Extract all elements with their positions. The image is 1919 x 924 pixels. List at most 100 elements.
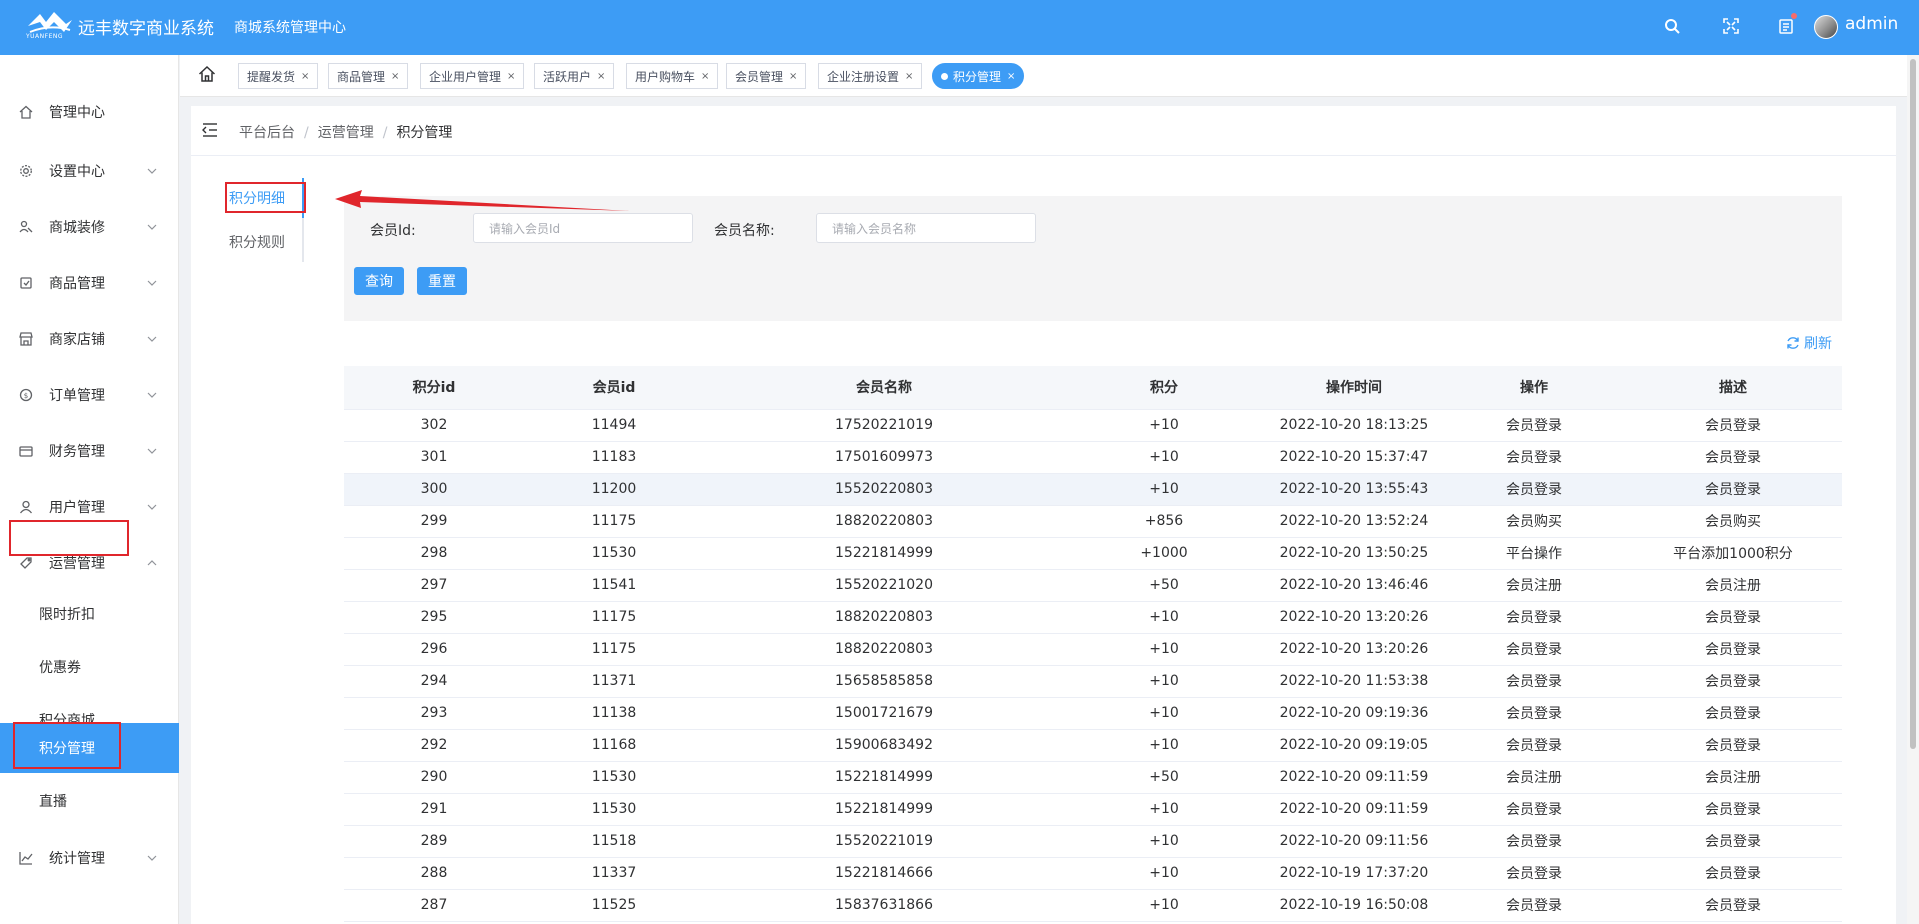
tabs-bar: 提醒发货 × 商品管理 × 企业用户管理 × 活跃用户 × 用户购物车 × 会员管理 × 企… [180,55,1907,97]
table-row[interactable]: 298 11530 15221814999 +1000 2022-10-20 13:50… [344,537,1842,570]
table-row[interactable]: 289 11518 15520221019 +10 2022-10-20 09:11:5… [344,825,1842,858]
table-row[interactable]: 296 11175 18820220803 +10 2022-10-20 13:20:2… [344,633,1842,666]
home-icon [18,104,34,120]
column-header: 会员id [524,366,704,410]
sidebar-item-label: 统计管理 [49,851,105,867]
fullscreen-icon[interactable] [1719,14,1743,38]
table-row[interactable]: 295 11175 18820220803 +10 2022-10-20 13:20:2… [344,601,1842,634]
table-cell: 2022-10-20 09:11:56 [1264,825,1444,858]
table-row[interactable]: 288 11337 15221814666 +10 2022-10-19 17:37:2… [344,857,1842,890]
search-icon[interactable] [1660,14,1684,38]
tab-points-rules[interactable]: 积分规则 [219,222,302,262]
close-icon[interactable]: × [905,71,913,82]
tab-active-users[interactable]: 活跃用户 × [534,63,615,89]
table-cell: 2022-10-20 13:20:26 [1264,633,1444,666]
member-id-input[interactable]: 请输入会员Id [473,213,693,243]
table-row[interactable]: 297 11541 15520221020 +50 2022-10-20 13:46:4… [344,569,1842,602]
sidebar-item-label: 商品管理 [49,276,105,292]
home-tab-icon[interactable] [198,65,216,83]
sidebar-item-decoration[interactable]: 商城装修 [0,199,179,255]
sidebar-item-orders[interactable]: $ 订单管理 [0,367,179,423]
table-row[interactable]: 292 11168 15900683492 +10 2022-10-20 09:19:0… [344,729,1842,762]
sidebar-subitem-live[interactable]: 直播 [0,776,179,826]
table-row[interactable]: 302 11494 17520221019 +10 2022-10-20 18:13:2… [344,409,1842,442]
refresh-button[interactable]: 刷新 [1786,333,1832,353]
top-header: YUANFENG 远丰数字商业系统 商城系统管理中心 admin [0,0,1919,55]
table-cell: 2022-10-19 16:50:08 [1264,889,1444,922]
table-cell: 302 [344,409,524,442]
close-icon[interactable]: × [391,71,399,82]
tab-shipment-reminder[interactable]: 提醒发货 × [238,63,319,89]
table-cell: 292 [344,729,524,762]
tab-label: 用户购物车 [635,69,696,84]
tab-enterprise-registration[interactable]: 企业注册设置 × [818,63,923,89]
tab-label: 会员管理 [735,69,784,84]
tab-user-cart[interactable]: 用户购物车 × [626,63,719,89]
member-name-input[interactable]: 请输入会员名称 [816,213,1036,243]
order-icon: $ [18,387,34,403]
reset-button[interactable]: 重置 [417,267,467,295]
table-cell: 2022-10-20 09:11:59 [1264,793,1444,826]
query-button[interactable]: 查询 [354,267,404,295]
table-cell: 会员登录 [1624,857,1842,890]
tab-points-management[interactable]: 积分管理 × [932,63,1025,89]
sidebar-subitem-coupon[interactable]: 优惠券 [0,642,179,692]
table-cell: 会员登录 [1444,409,1624,442]
tab-enterprise-users[interactable]: 企业用户管理 × [420,63,525,89]
table-row[interactable]: 299 11175 18820220803 +856 2022-10-20 13:52:… [344,505,1842,538]
table-cell: +50 [1064,569,1264,602]
username[interactable]: admin [1845,14,1898,34]
table-cell: +856 [1064,505,1264,538]
sidebar-item-settings[interactable]: 设置中心 [0,143,179,199]
table-cell: 11530 [524,537,704,570]
tab-label: 企业注册设置 [827,69,900,84]
avatar[interactable] [1814,15,1838,39]
page-scrollbar[interactable] [1907,55,1919,924]
table-cell: 2022-10-20 09:19:36 [1264,697,1444,730]
tab-goods-management[interactable]: 商品管理 × [328,63,409,89]
member-name-label: 会员名称: [714,223,775,239]
table-row[interactable]: 300 11200 15520220803 +10 2022-10-20 13:55:4… [344,473,1842,506]
table-row[interactable]: 293 11138 15001721679 +10 2022-10-20 09:19:3… [344,697,1842,730]
table-cell: 2022-10-20 09:11:59 [1264,761,1444,794]
close-icon[interactable]: × [1007,71,1015,82]
sidebar-item-statistics[interactable]: 统计管理 [0,830,179,886]
close-icon[interactable]: × [597,71,605,82]
table-row[interactable]: 287 11525 15837631866 +10 2022-10-19 16:50:0… [344,889,1842,922]
table-row[interactable]: 290 11530 15221814999 +50 2022-10-20 09:11:5… [344,761,1842,794]
notification-badge [1791,13,1797,19]
breadcrumb-item[interactable]: 运营管理 [318,125,374,141]
table-cell: 301 [344,441,524,474]
chevron-down-icon [147,166,157,176]
chevron-down-icon [147,502,157,512]
notification-icon[interactable] [1775,13,1799,38]
tab-member-management[interactable]: 会员管理 × [726,63,807,89]
column-header: 操作 [1444,366,1624,410]
sidebar-item-goods[interactable]: 商品管理 [0,255,179,311]
column-header: 积分id [344,366,524,410]
close-icon[interactable]: × [701,71,709,82]
scrollbar-thumb[interactable] [1910,59,1916,749]
close-icon[interactable]: × [301,71,309,82]
sidebar-item-label: 运营管理 [49,556,105,572]
breadcrumb-item[interactable]: 平台后台 [239,125,295,141]
sidebar-subitem-flash-discount[interactable]: 限时折扣 [0,589,179,639]
table-row[interactable]: 301 11183 17501609973 +10 2022-10-20 15:37:4… [344,441,1842,474]
sidebar-item-label: 商城装修 [49,220,105,236]
table-cell: 会员登录 [1624,601,1842,634]
table-row[interactable]: 294 11371 15658585858 +10 2022-10-20 11:53:3… [344,665,1842,698]
user-icon [18,499,34,515]
table-row[interactable]: 291 11530 15221814999 +10 2022-10-20 09:11:5… [344,793,1842,826]
sidebar-item-finance[interactable]: 财务管理 [0,423,179,479]
close-icon[interactable]: × [507,71,515,82]
table-cell: 会员登录 [1444,697,1624,730]
table-cell: 18820220803 [704,601,1064,634]
table-cell: 297 [344,569,524,602]
sidebar-item-management-center[interactable]: 管理中心 [0,84,179,140]
close-icon[interactable]: × [789,71,797,82]
table-cell: 296 [344,633,524,666]
table-cell: +10 [1064,473,1264,506]
table-cell: 11183 [524,441,704,474]
collapse-menu-icon[interactable] [202,122,218,138]
sidebar-item-store[interactable]: 商家店铺 [0,311,179,367]
